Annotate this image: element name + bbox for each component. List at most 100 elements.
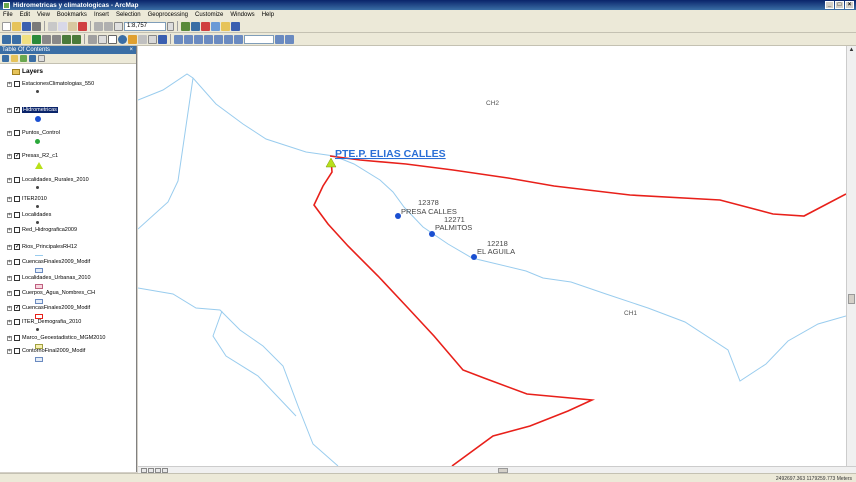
menu-customize[interactable]: Customize xyxy=(195,12,223,18)
menu-geoprocessing[interactable]: Geoprocessing xyxy=(148,12,188,18)
select-elements-arrow-icon[interactable] xyxy=(108,34,117,44)
layer-visibility-checkbox[interactable] xyxy=(14,196,20,202)
zoom-in-icon[interactable] xyxy=(2,34,11,44)
forward-arrow-icon[interactable] xyxy=(72,34,81,44)
pan-hand-icon[interactable] xyxy=(22,34,31,44)
scroll-thumb[interactable] xyxy=(848,294,855,304)
paste-icon[interactable] xyxy=(68,21,77,31)
select-features-icon[interactable] xyxy=(88,34,97,44)
maximize-button[interactable]: □ xyxy=(835,1,844,9)
layer-label[interactable]: Localidades xyxy=(22,212,51,218)
expand-icon[interactable]: + xyxy=(7,177,12,183)
layer-row[interactable]: + Localidades_Urbanas_2010 xyxy=(7,275,91,281)
menu-bookmarks[interactable]: Bookmarks xyxy=(57,12,87,18)
layer-row[interactable]: + ITER2010 xyxy=(7,196,47,202)
layer-label[interactable]: Red_Hidrografica2009 xyxy=(22,227,77,233)
layer-visibility-checkbox[interactable] xyxy=(14,212,20,218)
layer-row[interactable]: + ITER_Demografia_2010 xyxy=(7,319,81,325)
layout-view-icon[interactable] xyxy=(148,467,154,473)
layer-row[interactable]: + Red_Hidrografica2009 xyxy=(7,227,77,233)
layer-row[interactable]: + ✓ CuencasFinales2009_Modif xyxy=(7,305,90,311)
layout-zoom-field[interactable] xyxy=(244,34,274,44)
expand-icon[interactable]: + xyxy=(7,153,12,159)
layer-row[interactable]: + Puntos_Control xyxy=(7,130,60,136)
table-of-contents-icon[interactable] xyxy=(191,21,200,31)
layer-visibility-checkbox[interactable]: ✓ xyxy=(14,107,20,113)
menu-view[interactable]: View xyxy=(37,12,50,18)
layer-row[interactable]: + EstacionesClimatologias_550 xyxy=(7,81,94,87)
layer-row[interactable]: + ✓ Rios_PrincipalesRH12 xyxy=(7,244,77,250)
print-icon[interactable] xyxy=(32,21,41,31)
expand-icon[interactable]: + xyxy=(7,305,12,311)
layer-row[interactable]: + Localidades_Rurales_2010 xyxy=(7,177,89,183)
layer-visibility-checkbox[interactable] xyxy=(14,290,20,296)
map-vertical-scrollbar[interactable]: ▲ xyxy=(846,46,856,466)
options-icon[interactable] xyxy=(38,55,45,62)
layer-visibility-checkbox[interactable]: ✓ xyxy=(14,305,20,311)
undo-icon[interactable] xyxy=(94,21,103,31)
layout-zoom-icon[interactable] xyxy=(184,34,193,44)
expand-icon[interactable]: + xyxy=(7,212,12,218)
zoom-whole-page-icon[interactable] xyxy=(204,34,213,44)
clear-selection-icon[interactable] xyxy=(98,34,107,44)
menu-help[interactable]: Help xyxy=(262,12,274,18)
menu-edit[interactable]: Edit xyxy=(20,12,30,18)
layer-visibility-checkbox[interactable] xyxy=(14,348,20,354)
expand-icon[interactable]: + xyxy=(7,348,12,354)
layer-visibility-checkbox[interactable]: ✓ xyxy=(14,153,20,159)
expand-icon[interactable]: + xyxy=(7,335,12,341)
focus-frame-icon[interactable] xyxy=(285,34,294,44)
layer-label[interactable]: Rios_PrincipalesRH12 xyxy=(22,244,77,250)
layer-visibility-checkbox[interactable] xyxy=(14,227,20,233)
layer-visibility-checkbox[interactable] xyxy=(14,177,20,183)
list-by-selection-icon[interactable] xyxy=(29,55,36,62)
layer-label[interactable]: CuencasFinales2009_Modif xyxy=(22,305,90,311)
expand-icon[interactable]: + xyxy=(7,290,12,296)
toggle-draft-icon[interactable] xyxy=(275,34,284,44)
find-binoculars-icon[interactable] xyxy=(128,34,137,44)
layer-visibility-checkbox[interactable] xyxy=(14,275,20,281)
layer-label[interactable]: Presas_R2_c1 xyxy=(22,153,58,159)
expand-icon[interactable]: + xyxy=(7,227,12,233)
redo-icon[interactable] xyxy=(104,21,113,31)
python-window-icon[interactable] xyxy=(231,21,240,31)
layer-row[interactable]: + Marco_Geoestadistico_MGM2010 xyxy=(7,335,105,341)
expand-icon[interactable]: + xyxy=(7,319,12,325)
layer-label[interactable]: ContornoFinal2009_Modif xyxy=(22,348,85,354)
expand-icon[interactable]: + xyxy=(7,81,12,87)
expand-icon[interactable]: + xyxy=(7,107,12,113)
menu-file[interactable]: File xyxy=(3,12,13,18)
layer-row[interactable]: + CuencasFinales2009_Modif xyxy=(7,259,90,265)
list-by-source-icon[interactable] xyxy=(11,55,18,62)
expand-icon[interactable]: + xyxy=(7,244,12,250)
layer-label[interactable]: Hidrometricas xyxy=(22,107,58,113)
expand-icon[interactable]: + xyxy=(7,259,12,265)
cut-icon[interactable] xyxy=(48,21,57,31)
pause-drawing-icon[interactable] xyxy=(162,467,168,473)
layer-row[interactable]: + Cuerpos_Agua_Nombres_CH xyxy=(7,290,95,296)
layout-pan-icon[interactable] xyxy=(194,34,203,44)
layer-label[interactable]: Localidades_Rurales_2010 xyxy=(22,177,89,183)
layer-row[interactable]: + ContornoFinal2009_Modif xyxy=(7,348,85,354)
layer-visibility-checkbox[interactable] xyxy=(14,130,20,136)
list-by-drawing-order-icon[interactable] xyxy=(2,55,9,62)
search-window-icon[interactable] xyxy=(211,21,220,31)
zoom-out-icon[interactable] xyxy=(12,34,21,44)
hyperlink-icon[interactable] xyxy=(148,34,157,44)
menu-windows[interactable]: Windows xyxy=(230,12,254,18)
new-document-icon[interactable] xyxy=(2,21,11,31)
layer-visibility-checkbox[interactable] xyxy=(14,259,20,265)
layer-row[interactable]: + ✓ Presas_R2_c1 xyxy=(7,153,58,159)
map-canvas[interactable]: PTE.P. ELIAS CALLES CH2 CH1 12378 PRESA … xyxy=(138,46,846,466)
menu-insert[interactable]: Insert xyxy=(94,12,109,18)
refresh-icon[interactable] xyxy=(155,467,161,473)
layer-visibility-checkbox[interactable] xyxy=(14,81,20,87)
close-icon[interactable]: × xyxy=(129,46,133,54)
map-horizontal-scrollbar[interactable] xyxy=(138,466,856,473)
copy-icon[interactable] xyxy=(58,21,67,31)
zoom-100-icon[interactable] xyxy=(214,34,223,44)
add-data-icon[interactable] xyxy=(114,21,123,31)
layer-visibility-checkbox[interactable]: ✓ xyxy=(14,244,20,250)
layer-row[interactable]: + ✓ Hidrometricas xyxy=(7,107,58,113)
data-view-icon[interactable] xyxy=(141,467,147,473)
